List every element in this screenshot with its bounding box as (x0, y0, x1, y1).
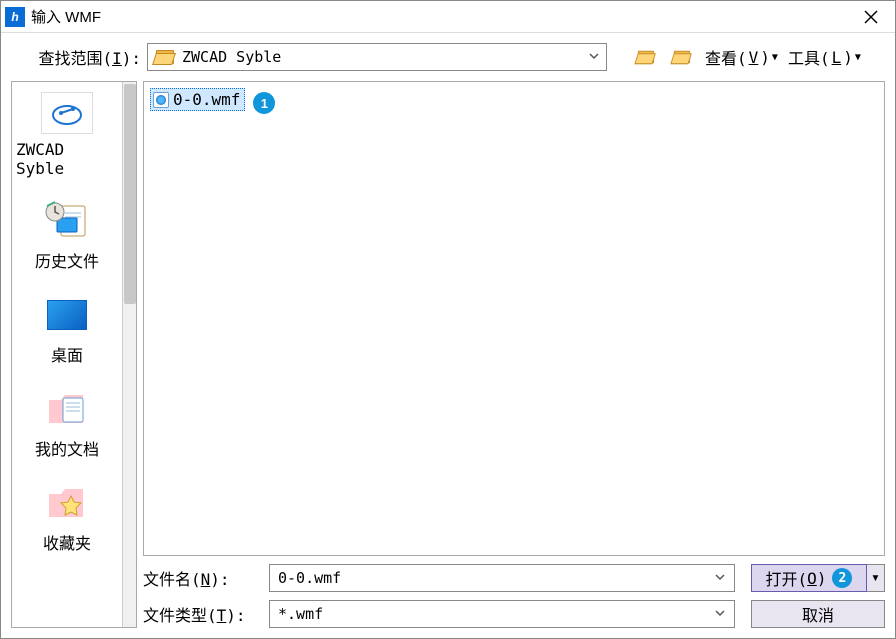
sidebar-item-documents[interactable]: 我的文档 (12, 378, 122, 472)
sidebar-item-label: ZWCAD Syble (16, 140, 118, 178)
up-button[interactable] (669, 46, 695, 68)
sidebar-item-label: 收藏夹 (43, 530, 91, 554)
close-icon (864, 10, 878, 24)
dropdown-icon: ▼ (855, 52, 861, 63)
content: ZWCAD Syble 历史文件 (1, 77, 895, 638)
sidebar-scrollbar[interactable] (122, 82, 136, 627)
annotation-badge-1: 1 (253, 92, 275, 114)
open-folder-icon (154, 48, 176, 66)
open-button[interactable]: 打开(O) 2 (751, 564, 867, 592)
sidebar-item-desktop[interactable]: 桌面 (12, 284, 122, 378)
filetype-value: *.wmf (278, 605, 323, 623)
lookin-value: ZWCAD Syble (182, 48, 582, 66)
scrollbar-thumb[interactable] (124, 84, 136, 304)
rightpane: 0-0.wmf 1 文件名(N): 0-0.wmf 打开(O) 2 (143, 81, 885, 628)
desktop-icon (41, 294, 93, 336)
dropdown-icon: ▼ (772, 52, 778, 63)
dialog-root: h 输入 WMF 查找范围(I): ZWCAD Syble 查看(V) (0, 0, 896, 639)
file-item[interactable]: 0-0.wmf (150, 88, 245, 111)
close-button[interactable] (851, 3, 891, 31)
sidebar-item-label: 我的文档 (35, 436, 99, 460)
lookin-label: 查找范围(I): (13, 45, 141, 69)
annotation-badge-2: 2 (832, 568, 852, 588)
sidebar-item-label: 历史文件 (35, 248, 99, 272)
filetype-row: 文件类型(T): *.wmf 取消 (143, 600, 885, 628)
titlebar: h 输入 WMF (1, 1, 895, 33)
back-button[interactable] (633, 46, 659, 68)
view-menu[interactable]: 查看(V) ▼ (705, 45, 778, 69)
history-icon (41, 200, 93, 242)
sidebar-item-label: 桌面 (51, 342, 83, 366)
sidebar-item-favorites[interactable]: 收藏夹 (12, 472, 122, 566)
open-button-dropdown[interactable]: ▼ (867, 564, 885, 592)
folder-up-icon (672, 49, 692, 65)
toolbar-right: 查看(V) ▼ 工具(L) ▼ (633, 45, 861, 69)
chevron-down-icon (714, 569, 726, 587)
app-icon: h (5, 7, 25, 27)
filename-label: 文件名(N): (143, 566, 253, 590)
sidebar-item-zwcad-syble[interactable]: ZWCAD Syble (12, 82, 122, 190)
filename-input[interactable]: 0-0.wmf (269, 564, 735, 592)
file-item-label: 0-0.wmf (173, 90, 240, 109)
filetype-select[interactable]: *.wmf (269, 600, 735, 628)
filetype-label: 文件类型(T): (143, 602, 253, 626)
sidebar: ZWCAD Syble 历史文件 (11, 81, 137, 628)
filename-value: 0-0.wmf (278, 569, 341, 587)
filename-row: 文件名(N): 0-0.wmf 打开(O) 2 ▼ (143, 564, 885, 592)
chevron-down-icon (588, 49, 600, 65)
cancel-button-group: 取消 (751, 600, 885, 628)
tools-menu[interactable]: 工具(L) ▼ (788, 45, 861, 69)
favorites-icon (41, 482, 93, 524)
chevron-down-icon (714, 605, 726, 623)
open-button-group: 打开(O) 2 ▼ (751, 564, 885, 592)
cancel-button[interactable]: 取消 (751, 600, 885, 628)
documents-icon (41, 388, 93, 430)
lookin-row: 查找范围(I): ZWCAD Syble 查看(V) ▼ 工具(L) ▼ (1, 33, 895, 77)
file-list[interactable]: 0-0.wmf 1 (143, 81, 885, 556)
folder-back-icon (636, 49, 656, 65)
wmf-file-icon (153, 92, 169, 108)
zwcad-icon (41, 92, 93, 134)
sidebar-list: ZWCAD Syble 历史文件 (12, 82, 122, 627)
title-text: 输入 WMF (31, 6, 851, 27)
sidebar-item-history[interactable]: 历史文件 (12, 190, 122, 284)
lookin-select[interactable]: ZWCAD Syble (147, 43, 607, 71)
